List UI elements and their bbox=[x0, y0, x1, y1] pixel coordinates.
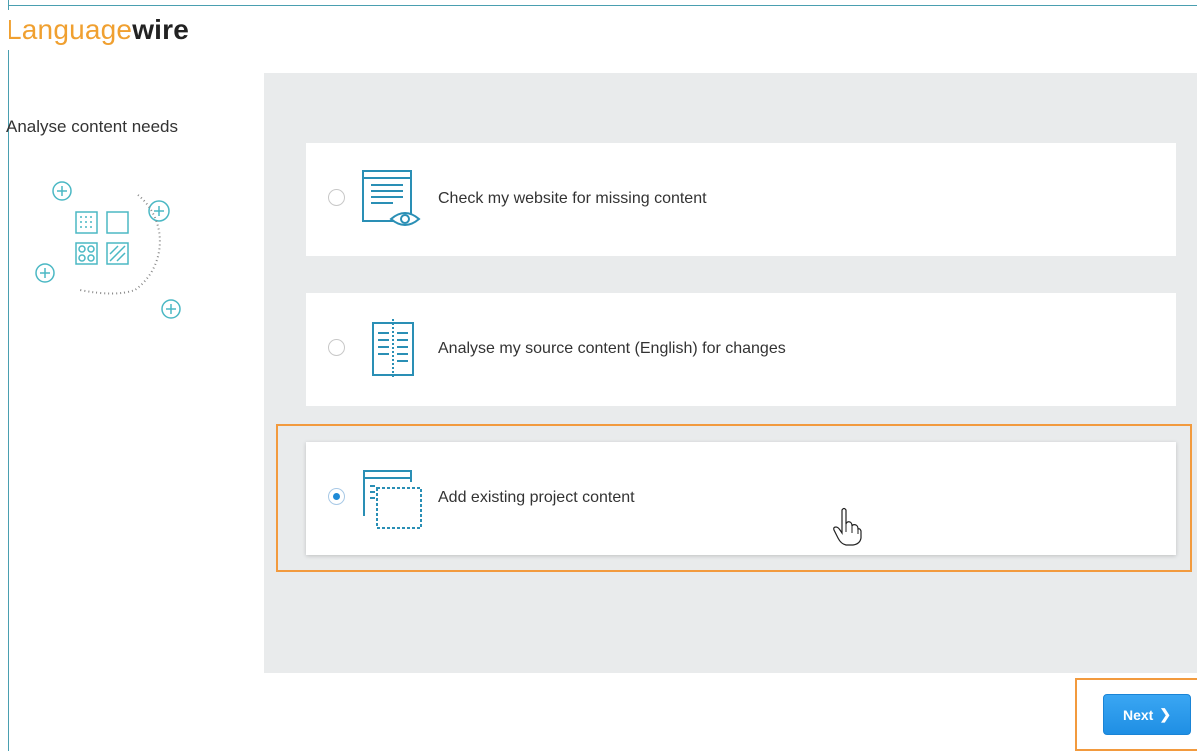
window-frame-top bbox=[8, 5, 1197, 6]
option-label-analyse-source: Analyse my source content (English) for … bbox=[438, 340, 786, 357]
option-radio-analyse-source[interactable] bbox=[328, 339, 345, 356]
next-button[interactable]: Next ❯ bbox=[1103, 694, 1191, 735]
sidebar-title: Analyse content needs bbox=[6, 117, 179, 136]
selection-highlight bbox=[276, 424, 1192, 572]
languagewire-logo: Languagewire bbox=[6, 14, 190, 45]
option-card-analyse-source[interactable]: Analyse my source content (English) for … bbox=[306, 293, 1176, 406]
window-frame-left bbox=[8, 0, 9, 751]
option-label-check-website: Check my website for missing content bbox=[438, 190, 707, 207]
chevron-right-icon: ❯ bbox=[1159, 706, 1172, 722]
next-button-label: Next bbox=[1122, 706, 1154, 723]
option-radio-check-website[interactable] bbox=[328, 189, 345, 206]
compare-document-icon bbox=[372, 319, 414, 379]
content-grid-plus-icon bbox=[35, 181, 181, 319]
website-eye-icon bbox=[362, 170, 421, 226]
logo-crop bbox=[0, 10, 9, 50]
option-card-check-website[interactable]: Check my website for missing content bbox=[306, 143, 1176, 256]
